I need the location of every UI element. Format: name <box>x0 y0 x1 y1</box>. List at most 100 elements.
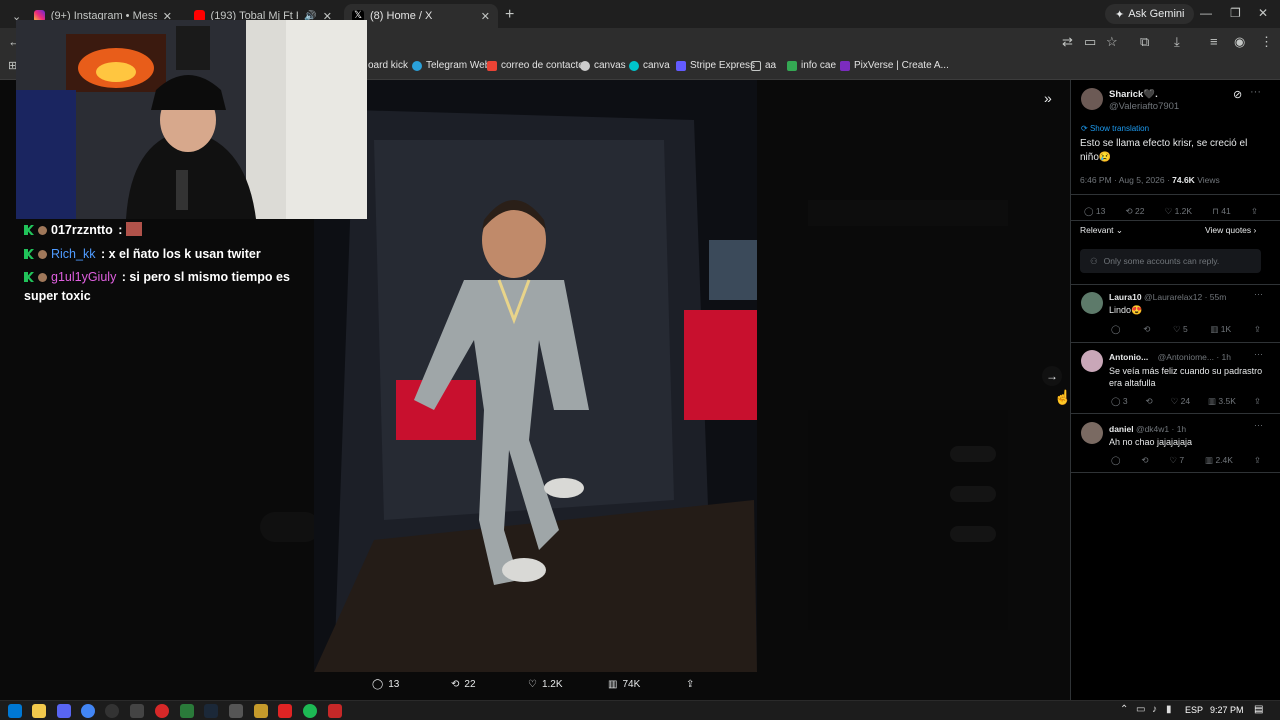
app-icon[interactable] <box>278 704 292 718</box>
app-icon[interactable] <box>229 704 243 718</box>
more-options-icon[interactable]: ··· <box>1254 420 1263 430</box>
bookmark-label: PixVerse | Create A... <box>854 60 949 71</box>
clock[interactable]: 9:27 PM <box>1210 705 1244 715</box>
reply-reply-button[interactable]: ◯ <box>1111 455 1121 466</box>
reply-repost-button[interactable]: ⟲ <box>1141 455 1148 466</box>
post-media-image[interactable] <box>314 80 757 672</box>
menu-icon[interactable]: ⋮ <box>1260 34 1273 50</box>
author-handle[interactable]: @Valeriafto7901 <box>1109 101 1179 112</box>
tray-chevron-icon[interactable]: ⌃ <box>1120 704 1128 715</box>
bookmark-item[interactable]: Stripe Express <box>676 60 755 71</box>
bookmark-star-icon[interactable]: ☆ <box>1106 34 1118 50</box>
app-icon[interactable] <box>328 704 342 718</box>
chrome-icon[interactable] <box>81 704 95 718</box>
media-views-button[interactable]: ▥ 74K <box>608 679 640 690</box>
reply-item[interactable]: Antonio... @Antoniome... · 1h ··· Se veí… <box>1071 344 1280 414</box>
expand-panel-icon[interactable]: » <box>1044 90 1052 106</box>
new-tab-button[interactable]: + <box>505 6 514 24</box>
app-icon[interactable] <box>254 704 268 718</box>
bookmark-item[interactable]: canva <box>629 60 670 71</box>
user-badge-icon <box>38 226 47 235</box>
download-icon[interactable]: ⤓ <box>1174 34 1180 50</box>
author-avatar[interactable] <box>1081 88 1103 110</box>
bookmark-item[interactable]: oard kick <box>368 60 408 71</box>
notifications-icon[interactable]: ▤ <box>1254 704 1263 715</box>
reply-views-button[interactable]: ▥ 3.5K <box>1208 396 1236 407</box>
more-options-icon[interactable]: ··· <box>1254 289 1263 299</box>
post-share-button[interactable]: ⇪ <box>1251 206 1258 217</box>
grok-icon[interactable]: ⊘ <box>1233 88 1242 101</box>
next-media-arrow-icon[interactable]: → <box>1042 366 1062 386</box>
reply-handle: @Antoniome... · 1h <box>1157 352 1231 362</box>
ask-gemini-button[interactable]: ✦ Ask Gemini <box>1105 4 1195 24</box>
obs-icon[interactable] <box>105 704 119 718</box>
bookmark-item[interactable]: correo de contacto <box>487 60 584 71</box>
post-like-button[interactable]: ♡ 1.2K <box>1165 206 1192 217</box>
view-quotes-link[interactable]: View quotes › <box>1205 225 1256 235</box>
reply-repost-button[interactable]: ⟲ <box>1143 324 1150 335</box>
reply-like-button[interactable]: ♡ 7 <box>1169 455 1184 466</box>
reply-like-button[interactable]: ♡ 24 <box>1171 396 1190 407</box>
reply-author[interactable]: Laura10 <box>1109 292 1142 302</box>
bookmark-item[interactable]: PixVerse | Create A... <box>840 60 949 71</box>
reply-author[interactable]: daniel <box>1109 424 1134 434</box>
reply-reply-button[interactable]: ◯ 3 <box>1111 396 1128 407</box>
translate-icon[interactable]: ⇄ <box>1062 34 1073 50</box>
bookmark-item[interactable]: info cae <box>787 60 836 71</box>
reply-avatar[interactable] <box>1081 292 1103 314</box>
reply-share-button[interactable]: ⇪ <box>1254 396 1261 407</box>
terminal-icon[interactable] <box>180 704 194 718</box>
reply-views-button[interactable]: ▥ 2.4K <box>1205 455 1233 466</box>
media-controls-icon[interactable]: ≡ <box>1210 34 1218 49</box>
sort-dropdown[interactable]: Relevant ⌄ <box>1080 225 1123 236</box>
profile-icon[interactable]: ◉ <box>1234 34 1245 50</box>
more-options-icon[interactable]: ··· <box>1254 349 1263 359</box>
discord-icon[interactable] <box>57 704 71 718</box>
bookmark-item[interactable]: aa <box>751 60 776 71</box>
reply-item[interactable]: daniel @dk4w1 · 1h ··· Ah no chao jajaja… <box>1071 415 1280 473</box>
reply-avatar[interactable] <box>1081 422 1103 444</box>
show-translation-link[interactable]: ⟳ Show translation <box>1081 124 1149 133</box>
capture-icon[interactable] <box>130 704 144 718</box>
reply-header: daniel @dk4w1 · 1h <box>1109 424 1186 434</box>
windows-start-icon[interactable] <box>8 704 22 718</box>
user-badge-icon <box>38 250 47 259</box>
reply-author[interactable]: Antonio... <box>1109 352 1148 362</box>
media-reply-button[interactable]: ◯ 13 <box>372 679 399 690</box>
post-reply-button[interactable]: ◯ 13 <box>1084 206 1105 217</box>
bookmark-item[interactable]: canvas <box>580 60 626 71</box>
reply-share-button[interactable]: ⇪ <box>1254 324 1261 335</box>
media-repost-button[interactable]: ⟲ 22 <box>451 679 476 690</box>
chat-username: Rich_kk <box>51 247 96 261</box>
record-icon[interactable] <box>155 704 169 718</box>
reply-item[interactable]: Laura10 @Laurarelax12 · 55m ··· Lindo😍 ◯… <box>1071 285 1280 343</box>
more-options-icon[interactable]: ··· <box>1250 86 1261 98</box>
tab-x-home[interactable]: 𝕏 (8) Home / X ✕ <box>344 4 498 28</box>
maximize-icon[interactable]: ❐ <box>1230 6 1241 20</box>
close-tab-icon[interactable]: ✕ <box>481 10 490 23</box>
spotify-icon[interactable] <box>303 704 317 718</box>
views-count: 74K <box>622 679 641 690</box>
language-indicator[interactable]: ESP <box>1185 705 1203 715</box>
post-repost-button[interactable]: ⟲ 22 <box>1126 206 1145 217</box>
media-share-button[interactable]: ⇪ <box>686 679 694 690</box>
close-window-icon[interactable]: ✕ <box>1258 6 1268 20</box>
reply-repost-button[interactable]: ⟲ <box>1146 396 1153 407</box>
volume-icon[interactable]: ♪ <box>1152 704 1157 715</box>
cast-icon[interactable]: ▭ <box>1084 34 1096 50</box>
network-icon[interactable]: ▭ <box>1136 704 1145 715</box>
reply-share-button[interactable]: ⇪ <box>1254 455 1261 466</box>
reply-views-button[interactable]: ▥ 1K <box>1210 324 1231 335</box>
author-name[interactable]: Sharick🖤. <box>1109 89 1158 100</box>
battery-icon[interactable]: ▮ <box>1166 704 1172 715</box>
extensions-icon[interactable]: ⧉ <box>1140 34 1149 50</box>
media-like-button[interactable]: ♡ 1.2K <box>528 679 563 690</box>
reply-reply-button[interactable]: ◯ <box>1111 324 1121 335</box>
file-explorer-icon[interactable] <box>32 704 46 718</box>
reply-avatar[interactable] <box>1081 350 1103 372</box>
steam-icon[interactable] <box>204 704 218 718</box>
bookmark-item[interactable]: Telegram Web <box>412 60 490 71</box>
post-bookmark-button[interactable]: ⊓ 41 <box>1212 206 1230 217</box>
reply-like-button[interactable]: ♡ 5 <box>1173 324 1188 335</box>
minimize-icon[interactable]: — <box>1200 6 1212 20</box>
